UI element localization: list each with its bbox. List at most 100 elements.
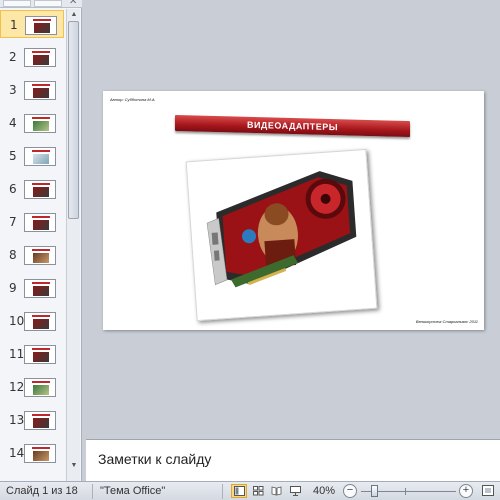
- scroll-thumb[interactable]: [68, 21, 79, 219]
- status-divider: [92, 484, 93, 499]
- slide-thumbnail-image[interactable]: [24, 213, 56, 232]
- tab-outline[interactable]: [34, 0, 62, 7]
- slide-number: 4: [9, 116, 17, 130]
- notes-pane[interactable]: Заметки к слайду: [86, 439, 500, 481]
- slide-thumbnail[interactable]: 7: [0, 208, 64, 236]
- tab-slides[interactable]: [3, 0, 31, 7]
- slide-thumbnail[interactable]: 14: [0, 439, 64, 467]
- graphics-card-image: [206, 171, 357, 288]
- thumbnail-picture: [34, 23, 50, 33]
- slides-panel: ✕ 1 2 3 4 5 6 7 8 9 10 11 12 13 14 ▲ ▼: [0, 0, 82, 481]
- zoom-in-button[interactable]: +: [459, 484, 473, 498]
- status-divider: [222, 484, 223, 499]
- thumbnail-title-bar: [32, 216, 50, 218]
- reading-view-button[interactable]: [268, 484, 284, 498]
- slide-thumbnail-image[interactable]: [24, 279, 56, 298]
- thumbnail-picture: [33, 55, 49, 65]
- slide-number: 7: [9, 215, 17, 229]
- slide-thumbnail-image[interactable]: [24, 378, 56, 397]
- slide-thumbnail-image[interactable]: [24, 444, 56, 463]
- thumbnail-title-bar: [32, 117, 50, 119]
- theme-name[interactable]: "Тема Office": [100, 485, 165, 497]
- thumbnail-title-bar: [32, 414, 50, 416]
- slideshow-button[interactable]: [287, 484, 303, 498]
- status-bar: Слайд 1 из 18 "Тема Office" 40% − +: [0, 481, 500, 500]
- slide-number: 10: [9, 314, 25, 328]
- thumbnail-picture: [33, 187, 49, 197]
- slide-number: 5: [9, 149, 17, 163]
- thumbnail-picture: [33, 451, 49, 461]
- scroll-up-icon[interactable]: ▲: [69, 10, 79, 20]
- slide-footer: Великоустюг Староальянс 2011: [415, 319, 478, 324]
- slide-number: 9: [9, 281, 17, 295]
- normal-view-button[interactable]: [231, 484, 247, 498]
- zoom-slider-knob[interactable]: [371, 485, 378, 497]
- reading-view-icon: [271, 486, 282, 496]
- slide-thumbnail-image[interactable]: [24, 345, 56, 364]
- thumbnail-picture: [33, 385, 49, 395]
- slide-number: 2: [9, 50, 17, 64]
- thumbnail-picture: [33, 88, 49, 98]
- thumbnail-scrollbar[interactable]: ▲ ▼: [66, 9, 80, 481]
- slide-thumbnail[interactable]: 11: [0, 340, 64, 368]
- notes-placeholder[interactable]: Заметки к слайду: [98, 451, 211, 467]
- slide-thumbnail-image[interactable]: [24, 180, 56, 199]
- thumbnail-title-bar: [32, 51, 50, 53]
- normal-view-icon: [234, 486, 245, 496]
- thumbnail-picture: [33, 253, 49, 263]
- slide-thumbnail[interactable]: 5: [0, 142, 64, 170]
- slide-number: 1: [10, 18, 18, 32]
- thumbnail-title-bar: [32, 150, 50, 152]
- slide-sorter-icon: [253, 486, 264, 496]
- slide-sorter-button[interactable]: [250, 484, 266, 498]
- zoom-level[interactable]: 40%: [313, 485, 335, 497]
- slide-number: 11: [9, 347, 25, 361]
- slide-thumbnail[interactable]: 13: [0, 406, 64, 434]
- thumbnail-picture: [33, 220, 49, 230]
- thumbnail-picture: [33, 352, 49, 362]
- slide-thumbnail-image[interactable]: [24, 114, 56, 133]
- slide-thumbnail-image[interactable]: [24, 312, 56, 331]
- thumbnail-picture: [33, 154, 49, 164]
- panel-tabs: ✕: [0, 0, 82, 8]
- slide-thumbnail[interactable]: 8: [0, 241, 64, 269]
- slide-thumbnail[interactable]: 9: [0, 274, 64, 302]
- thumbnail-title-bar: [32, 348, 50, 350]
- thumbnail-title-bar: [32, 381, 50, 383]
- slide-number: 12: [9, 380, 25, 394]
- thumbnail-title-bar: [32, 84, 50, 86]
- slide-number: 13: [9, 413, 25, 427]
- slide-thumbnail[interactable]: 10: [0, 307, 64, 335]
- thumbnail-title-bar: [32, 447, 50, 449]
- close-icon[interactable]: ✕: [69, 0, 77, 7]
- slide-photo-frame[interactable]: [185, 148, 378, 322]
- fit-to-window-button[interactable]: [481, 484, 497, 499]
- thumbnail-title-bar: [32, 183, 50, 185]
- fit-window-icon: [482, 485, 494, 496]
- thumbnail-title-bar: [32, 282, 50, 284]
- thumbnail-title-bar: [32, 249, 50, 251]
- slide-thumbnail[interactable]: 6: [0, 175, 64, 203]
- slide-thumbnail-image[interactable]: [24, 246, 56, 265]
- thumbnail-picture: [33, 418, 49, 428]
- scroll-down-icon[interactable]: ▼: [69, 461, 79, 471]
- thumbnail-title-bar: [33, 19, 51, 21]
- slide-thumbnail[interactable]: 1: [0, 10, 64, 38]
- slide-counter: Слайд 1 из 18: [6, 485, 78, 497]
- slide-thumbnail-image[interactable]: [24, 48, 56, 67]
- slide-title: ВИДЕОАДАПТЕРЫ: [246, 119, 339, 133]
- thumbnail-picture: [33, 319, 49, 329]
- slide-thumbnail[interactable]: 12: [0, 373, 64, 401]
- slide-thumbnail-image[interactable]: [25, 16, 57, 35]
- slide-thumbnail-image[interactable]: [24, 81, 56, 100]
- slide-thumbnail-image[interactable]: [24, 147, 56, 166]
- zoom-slider-center-mark: [405, 488, 406, 495]
- zoom-out-button[interactable]: −: [343, 484, 357, 498]
- slide-canvas[interactable]: Автор: Субботина М.А. ВИДЕОАДАПТЕРЫ Вели…: [103, 91, 484, 330]
- slide-thumbnail-image[interactable]: [24, 411, 56, 430]
- slide-number: 6: [9, 182, 17, 196]
- thumbnail-picture: [33, 286, 49, 296]
- slide-thumbnail[interactable]: 4: [0, 109, 64, 137]
- slide-thumbnail[interactable]: 2: [0, 43, 64, 71]
- slide-thumbnail[interactable]: 3: [0, 76, 64, 104]
